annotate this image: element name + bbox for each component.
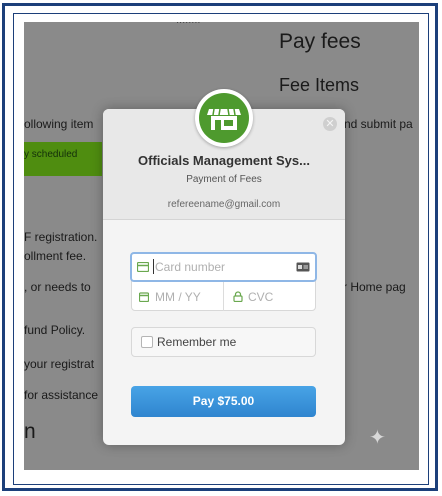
storefront-icon	[199, 93, 249, 143]
bg-fee-items-heading: Fee Items	[279, 75, 360, 95]
merchant-logo	[195, 89, 253, 147]
bg-text-line: nd submit pa	[344, 117, 413, 131]
pay-button[interactable]: Pay $75.00	[131, 386, 316, 417]
cvc-input[interactable]: CVC	[224, 282, 316, 311]
bg-text-line: ollment fee.	[24, 249, 87, 263]
expiry-placeholder: MM / YY	[155, 290, 201, 304]
remember-me-toggle[interactable]: Remember me	[131, 327, 316, 357]
bg-text-line: n	[24, 420, 36, 443]
bg-text-line: r Home pag	[343, 280, 406, 294]
bg-text-line: fund Policy.	[24, 323, 86, 337]
card-number-placeholder: Card number	[155, 260, 226, 274]
bg-top-fragment: ........	[176, 22, 200, 26]
bg-text-line: your registrat	[24, 357, 95, 371]
remember-me-checkbox[interactable]	[141, 336, 153, 348]
calendar-icon	[139, 292, 149, 302]
merchant-name: Officials Management Sys...	[138, 153, 310, 168]
cvc-placeholder: CVC	[248, 290, 274, 304]
remember-me-label: Remember me	[157, 335, 237, 349]
status-badge-label: y scheduled	[24, 149, 78, 160]
payment-description: Payment of Fees	[186, 174, 262, 185]
close-icon[interactable]: ✕	[323, 117, 337, 131]
expiry-input[interactable]: MM / YY	[131, 282, 223, 311]
text-cursor	[153, 259, 154, 274]
bg-text-line: , or needs to	[24, 280, 91, 294]
card-number-input[interactable]: Card number	[130, 252, 317, 282]
bg-text-line: ollowing item	[24, 117, 94, 131]
lock-icon	[233, 291, 243, 302]
bg-page-heading: Pay fees	[279, 30, 361, 53]
status-badge: y scheduled	[24, 142, 102, 176]
credit-card-icon	[137, 262, 149, 272]
bg-text-line: for assistance	[24, 388, 99, 402]
payment-modal: ✕ Officials Management Sys... Payment of…	[103, 89, 345, 445]
customer-email: refereename@gmail.com	[167, 199, 281, 210]
sparkle-icon: ✦	[369, 427, 386, 449]
bg-text-line: F registration.	[24, 230, 98, 244]
card-scan-icon[interactable]	[296, 262, 310, 272]
